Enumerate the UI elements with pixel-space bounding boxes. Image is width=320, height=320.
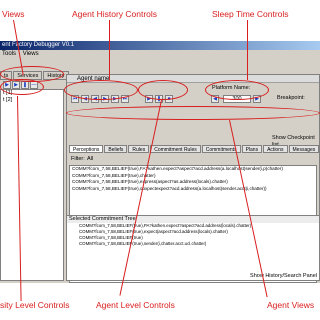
highlight-sleep-controls (205, 80, 269, 100)
filter-label: Filter: (71, 156, 85, 162)
annotation-agent-level-controls: Agent Level Controls (96, 300, 175, 310)
tab-plans[interactable]: Plans (241, 145, 263, 153)
leader-line (247, 20, 248, 80)
tab-messages[interactable]: Messages (288, 145, 320, 153)
highlight-history-controls (64, 80, 138, 100)
highlight-agent-level-controls (138, 80, 188, 100)
annotation-agent-views: Agent Views (267, 300, 315, 310)
left-panel: t [1] t [2] (0, 89, 64, 281)
list-item[interactable]: t [2] (1, 97, 63, 104)
highlight-agent-views (66, 106, 320, 120)
menu-tools[interactable]: Tools (2, 51, 16, 57)
filter-select[interactable]: All (87, 156, 93, 163)
breakpoint-label: Breakpoint: (277, 95, 305, 101)
list-item[interactable]: COMM?fcom_7,58,BELIEF(true),FA?kathen.ex… (70, 166, 316, 173)
commitment-tree-panel: Selected Commitment Tree COMM?fcom_7,58,… (66, 215, 320, 281)
commitment-tree-title: Selected Commitment Tree (67, 216, 319, 223)
list-item[interactable]: COMM?fcom_7,58,BELIEF(true),sender(i,cha… (67, 241, 319, 247)
annotation-views: Views (2, 9, 25, 19)
highlight-activity-controls (0, 79, 44, 95)
menu-bar: Tools Views (0, 50, 320, 58)
show-history-search-panel[interactable]: Show History/Search Panel (250, 273, 317, 280)
agent-view-tabs: Perceptions Beliefs Rules Commitment Rul… (69, 145, 320, 153)
annotation-sleep-time-controls: Sleep Time Controls (212, 9, 289, 19)
tab-beliefs[interactable]: Beliefs (104, 145, 128, 153)
tab-rules[interactable]: Rules (128, 145, 150, 153)
tab-actions[interactable]: Actions (263, 145, 288, 153)
leader-line (109, 20, 110, 80)
menu-views[interactable]: Views (23, 51, 39, 57)
window-title: ent Factory Debugger V0.1 (0, 41, 320, 50)
tab-commitment-rules[interactable]: Commitment Rules (150, 145, 201, 153)
annotation-agent-history-controls: Agent History Controls (72, 9, 158, 19)
list-item[interactable]: COMM?fcom_7,58,BELIEF(true),ooxpectexpec… (70, 186, 316, 193)
tab-perceptions[interactable]: Perceptions (69, 145, 104, 153)
annotation-activity-level-controls: sity Level Controls (0, 300, 70, 310)
